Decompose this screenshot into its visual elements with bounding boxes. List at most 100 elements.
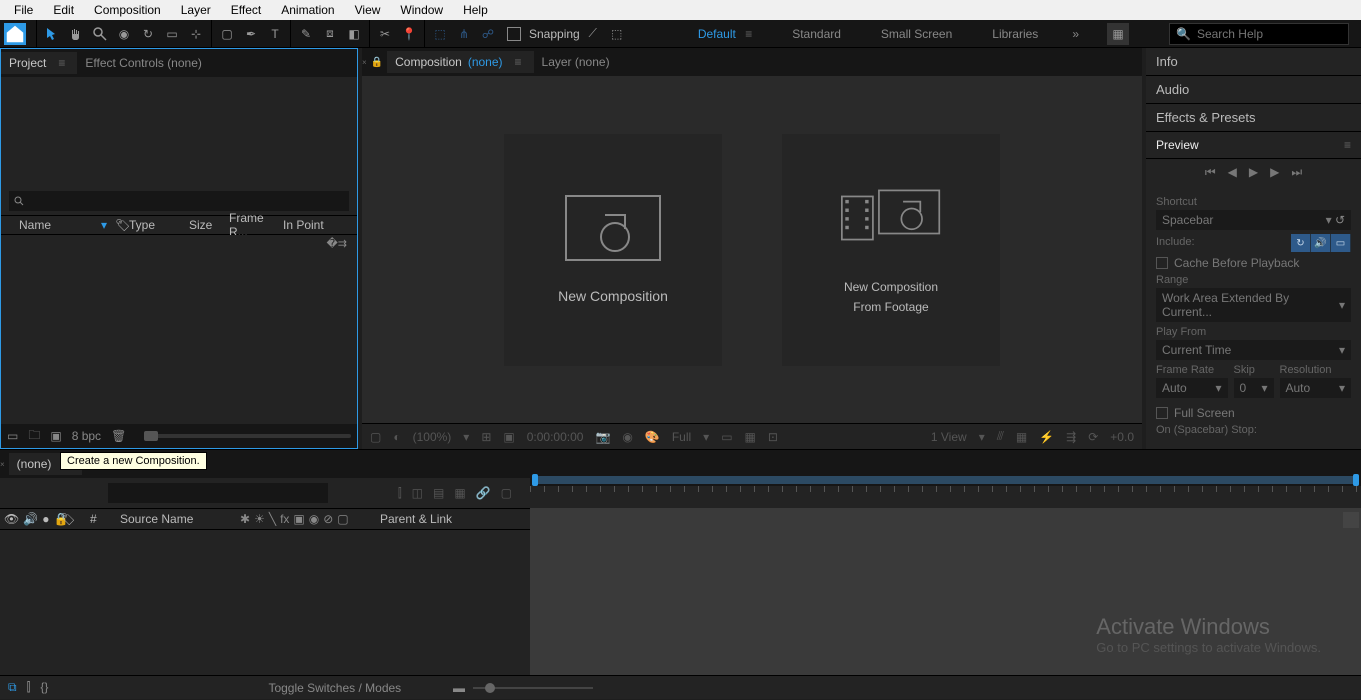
zoom-tool[interactable]: [89, 23, 111, 45]
trash-icon[interactable]: 🗑: [111, 429, 126, 443]
tag-col-icon[interactable]: 🏷: [60, 512, 75, 526]
sw6-icon[interactable]: ◉: [309, 512, 319, 526]
home-button[interactable]: [4, 23, 26, 45]
sw7-icon[interactable]: ⊘: [323, 512, 333, 526]
brush-tool[interactable]: ✎: [295, 23, 317, 45]
vf-mask-icon[interactable]: ▣: [503, 430, 514, 444]
range-field[interactable]: Work Area Extended By Current...▾: [1156, 288, 1351, 322]
vf-trans-icon[interactable]: ▦: [745, 430, 756, 444]
bpc-label[interactable]: 8 bpc: [72, 429, 101, 443]
next-frame-icon[interactable]: ▶: [1270, 165, 1279, 180]
menu-file[interactable]: File: [4, 3, 43, 17]
vf-ch-icon[interactable]: ◐: [393, 430, 400, 444]
vf-guide-icon[interactable]: ⊡: [768, 430, 778, 444]
project-list[interactable]: �⇉: [1, 235, 357, 424]
footer-icon1[interactable]: ⧉: [8, 680, 17, 695]
workspace-more-icon[interactable]: »: [1072, 27, 1079, 41]
time-ruler[interactable]: [530, 486, 1361, 508]
vf-roi-icon[interactable]: ▭: [721, 430, 732, 444]
menu-edit[interactable]: Edit: [43, 3, 84, 17]
snap-opt1-icon[interactable]: ⟋: [582, 23, 604, 45]
toggle-switches-button[interactable]: Toggle Switches / Modes: [268, 681, 401, 695]
snapping-checkbox[interactable]: [507, 27, 521, 41]
link-icon[interactable]: ☍: [477, 23, 499, 45]
menu-composition[interactable]: Composition: [84, 3, 171, 17]
interpret-icon[interactable]: ▭: [7, 429, 18, 443]
vf-dd1-icon[interactable]: ▾: [463, 430, 469, 444]
tab-composition[interactable]: Composition (none) ≡: [387, 51, 533, 73]
first-frame-icon[interactable]: ⏮: [1205, 165, 1216, 180]
col-type[interactable]: Type: [129, 218, 189, 232]
bone-icon[interactable]: ⋔: [453, 23, 475, 45]
last-frame-icon[interactable]: ⏭: [1291, 165, 1302, 180]
new-composition-card[interactable]: New Composition: [504, 134, 722, 366]
tab-close-icon[interactable]: ×: [362, 58, 367, 67]
sw4-icon[interactable]: fx: [280, 512, 289, 526]
tl-opt5-icon[interactable]: 🔗: [476, 486, 491, 501]
fullscreen-checkbox[interactable]: Full Screen: [1156, 406, 1351, 420]
work-area-bar[interactable]: [534, 476, 1357, 484]
text-tool[interactable]: T: [264, 23, 286, 45]
menu-layer[interactable]: Layer: [171, 3, 221, 17]
sort-icon[interactable]: ▾: [101, 218, 115, 232]
vf-refresh-icon[interactable]: ⟳: [1088, 430, 1098, 444]
workspace-libraries[interactable]: Libraries: [986, 23, 1044, 45]
rotate-tool[interactable]: ↻: [137, 23, 159, 45]
workspace-small-screen[interactable]: Small Screen: [875, 23, 958, 45]
panel-preview[interactable]: Preview≡: [1146, 132, 1361, 159]
vf-share-icon[interactable]: ⫻: [997, 429, 1004, 444]
col-parent[interactable]: Parent & Link: [360, 512, 452, 526]
vf-dd3-icon[interactable]: ▾: [979, 430, 985, 444]
col-source[interactable]: Source Name: [110, 512, 240, 526]
comp-icon[interactable]: ▣: [50, 429, 61, 443]
tl-opt1-icon[interactable]: ⫿: [398, 486, 402, 501]
mesh-icon[interactable]: ⬚: [429, 23, 451, 45]
footer-icon3[interactable]: {}: [40, 680, 48, 695]
sw1-icon[interactable]: ✱: [240, 512, 250, 526]
col-name[interactable]: Name: [1, 218, 101, 232]
project-search-input[interactable]: [9, 191, 349, 211]
timeline-tab-close-icon[interactable]: ×: [0, 460, 5, 469]
col-inpoint[interactable]: In Point: [283, 218, 324, 232]
tl-opt6-icon[interactable]: ▢: [501, 486, 512, 501]
flowchart-icon[interactable]: �⇉: [327, 237, 348, 250]
vf-fast-icon[interactable]: ⚡: [1039, 430, 1054, 444]
vf-3d-icon[interactable]: ◉: [622, 430, 632, 444]
cache-checkbox[interactable]: Cache Before Playback: [1156, 256, 1351, 270]
vf-flow-icon[interactable]: ⇶: [1066, 430, 1076, 444]
shortcut-field[interactable]: Spacebar▾ ↺: [1156, 210, 1351, 230]
anchor-tool[interactable]: ⊹: [185, 23, 207, 45]
vf-res[interactable]: Full: [672, 430, 691, 444]
vf-views[interactable]: 1 View: [931, 430, 967, 444]
sw3-icon[interactable]: ╲: [269, 512, 276, 526]
workspace-grid-icon[interactable]: ▦: [1107, 23, 1129, 45]
camera-tool[interactable]: ▭: [161, 23, 183, 45]
hand-tool[interactable]: [65, 23, 87, 45]
vf-scale[interactable]: (100%): [413, 430, 452, 444]
search-help-input[interactable]: [1197, 27, 1337, 41]
thumb-slider[interactable]: [144, 434, 351, 438]
menu-window[interactable]: Window: [390, 3, 453, 17]
solo-col-icon[interactable]: ●: [42, 512, 49, 526]
vf-exposure[interactable]: +0.0: [1110, 430, 1134, 444]
zoom-slider[interactable]: [473, 687, 593, 689]
sw2-icon[interactable]: ☀: [254, 512, 265, 526]
vf-pix-icon[interactable]: ▦: [1016, 430, 1027, 444]
panel-info[interactable]: Info: [1146, 48, 1361, 76]
menu-animation[interactable]: Animation: [271, 3, 344, 17]
resolution-field[interactable]: Auto▾: [1280, 378, 1352, 398]
eye-col-icon[interactable]: 👁: [4, 512, 19, 526]
menu-help[interactable]: Help: [453, 3, 498, 17]
snap-opt2-icon[interactable]: ⬚: [606, 23, 628, 45]
rectangle-tool[interactable]: ▢: [216, 23, 238, 45]
reset-icon[interactable]: ↺: [1335, 213, 1345, 227]
include-icons[interactable]: ↻🔊▭: [1291, 234, 1351, 252]
framerate-field[interactable]: Auto▾: [1156, 378, 1228, 398]
vf-dd2-icon[interactable]: ▾: [703, 430, 709, 444]
vf-alpha-icon[interactable]: ▢: [370, 430, 381, 444]
clone-tool[interactable]: ⧈: [319, 23, 341, 45]
audio-col-icon[interactable]: 🔊: [23, 512, 38, 526]
timeline-search-input[interactable]: [108, 483, 328, 503]
vf-snap-icon[interactable]: 📷: [595, 430, 610, 444]
vf-color-icon[interactable]: 🎨: [645, 430, 660, 444]
